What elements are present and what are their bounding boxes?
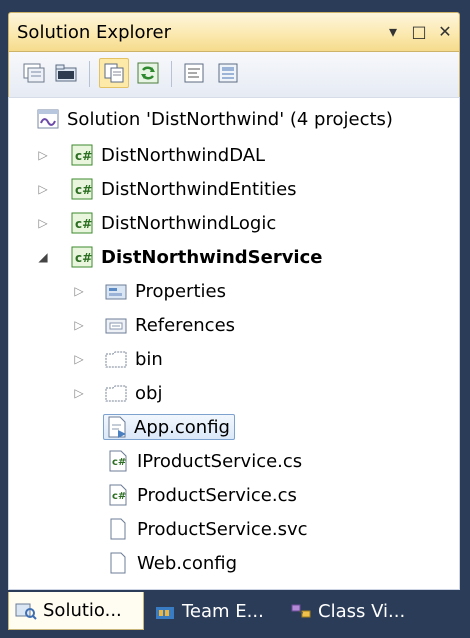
copy-icon <box>104 63 124 83</box>
tree-item-label: References <box>135 314 236 336</box>
view-code-icon <box>184 63 204 83</box>
tree-item-label: App.config <box>134 416 230 438</box>
tab-label: Solutio... <box>43 600 122 621</box>
csharp-project-icon: c# <box>71 212 93 234</box>
productservice-cs-file-node[interactable]: c# ProductService.cs <box>107 480 297 510</box>
csharp-file-icon: c# <box>107 484 129 506</box>
csharp-project-icon: c# <box>71 144 93 166</box>
folder-icon <box>105 382 127 404</box>
csharp-project-icon: c# <box>71 178 93 200</box>
bin-folder-node[interactable]: ▷ bin <box>71 344 163 374</box>
solution-label: Solution 'DistNorthwind' (4 projects) <box>67 108 393 130</box>
svg-text:c#: c# <box>75 183 92 197</box>
svg-text:c#: c# <box>112 457 126 468</box>
tab-class-view[interactable]: Class Vi... <box>284 592 458 630</box>
project-node-entities[interactable]: ▷ c# DistNorthwindEntities <box>35 174 297 204</box>
tab-team-explorer[interactable]: Team E... <box>148 592 278 630</box>
tree-item-label: obj <box>135 382 163 404</box>
panel-title: Solution Explorer <box>17 22 171 43</box>
solution-tree: Solution 'DistNorthwind' (4 projects) ▷ … <box>8 97 460 590</box>
tab-label: Class Vi... <box>318 600 406 622</box>
tree-item-label: bin <box>135 348 163 370</box>
properties-folder-icon <box>105 280 127 302</box>
project-label: DistNorthwindDAL <box>101 144 266 166</box>
solution-explorer-icon <box>15 600 37 622</box>
refresh-button[interactable] <box>133 58 163 88</box>
expand-arrow-icon[interactable]: ▷ <box>71 284 87 298</box>
project-node-dal[interactable]: ▷ c# DistNorthwindDAL <box>35 140 265 170</box>
title-bar: Solution Explorer ▾ □ ✕ <box>8 12 460 52</box>
tab-label: Team E... <box>182 600 264 622</box>
web-config-file-node[interactable]: Web.config <box>107 548 237 578</box>
properties-node[interactable]: ▷ Properties <box>71 276 226 306</box>
window-position-dropdown-icon[interactable]: ▾ <box>385 21 401 41</box>
references-folder-icon <box>105 314 127 336</box>
project-label: DistNorthwindEntities <box>101 178 297 200</box>
svg-text:c#: c# <box>112 491 126 502</box>
obj-folder-node[interactable]: ▷ obj <box>71 378 162 408</box>
tree-item-label: ProductService.svc <box>137 518 308 540</box>
tab-solution-explorer[interactable]: Solutio... <box>8 592 144 630</box>
close-icon[interactable]: ✕ <box>437 21 453 41</box>
config-file-icon <box>106 416 128 438</box>
productservice-svc-file-node[interactable]: ProductService.svc <box>107 514 308 544</box>
project-node-logic[interactable]: ▷ c# DistNorthwindLogic <box>35 208 276 238</box>
team-explorer-icon <box>154 600 176 622</box>
show-all-button[interactable] <box>99 58 129 88</box>
expand-arrow-icon[interactable]: ▷ <box>71 318 87 332</box>
folder-icon <box>55 64 77 82</box>
svg-text:c#: c# <box>75 217 92 231</box>
collapse-arrow-icon[interactable]: ◢ <box>35 250 51 264</box>
view-designer-icon <box>218 63 238 83</box>
csharp-file-icon: c# <box>107 450 129 472</box>
expand-arrow-icon[interactable]: ▷ <box>35 216 51 230</box>
project-node-service[interactable]: ◢ c# DistNorthwindService <box>35 242 322 272</box>
properties-icon <box>23 63 45 83</box>
tree-item-label: ProductService.cs <box>137 484 297 506</box>
references-node[interactable]: ▷ References <box>71 310 235 340</box>
expand-arrow-icon[interactable]: ▷ <box>35 148 51 162</box>
solution-node[interactable]: Solution 'DistNorthwind' (4 projects) <box>37 104 393 134</box>
class-view-icon <box>290 600 312 622</box>
project-label: DistNorthwindLogic <box>101 212 277 234</box>
file-icon <box>107 552 129 574</box>
expand-arrow-icon[interactable]: ▷ <box>35 182 51 196</box>
file-icon <box>107 518 129 540</box>
tree-item-label: IProductService.cs <box>137 450 303 472</box>
bottom-tab-strip: Solutio... Team E... Class Vi... <box>8 592 460 632</box>
view-designer-button[interactable] <box>213 58 243 88</box>
iproductservice-file-node[interactable]: c# IProductService.cs <box>107 446 302 476</box>
show-all-files-button[interactable] <box>51 58 81 88</box>
solution-icon <box>37 108 59 130</box>
svg-text:c#: c# <box>75 251 92 265</box>
expand-arrow-icon[interactable]: ▷ <box>71 386 87 400</box>
expand-arrow-icon[interactable]: ▷ <box>71 352 87 366</box>
app-config-node[interactable]: App.config <box>103 412 235 442</box>
maximize-icon[interactable]: □ <box>411 21 427 41</box>
folder-icon <box>105 348 127 370</box>
properties-button[interactable] <box>19 58 49 88</box>
tree-item-label: Properties <box>135 280 226 302</box>
tree-item-label: Web.config <box>137 552 238 574</box>
csharp-project-icon: c# <box>71 246 93 268</box>
svg-text:c#: c# <box>75 149 92 163</box>
toolbar <box>8 52 460 97</box>
view-code-button[interactable] <box>179 58 209 88</box>
refresh-icon <box>137 62 159 84</box>
project-label: DistNorthwindService <box>101 246 323 268</box>
